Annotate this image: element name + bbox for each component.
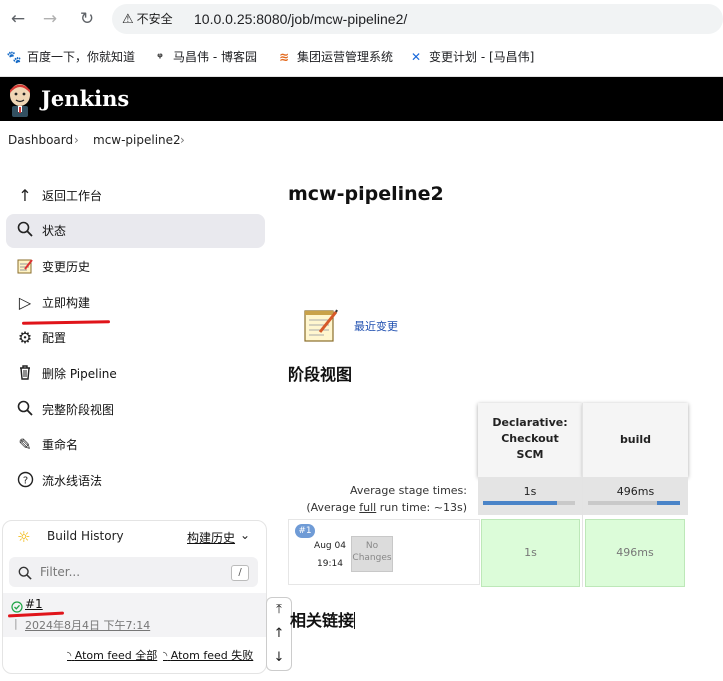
build-badge[interactable]: #1 [295, 524, 315, 538]
scroll-tools: ⤒ ↑ ↓ [266, 597, 292, 671]
sidebar-item-back-to-dashboard[interactable]: ↑ 返回工作台 [6, 179, 265, 213]
build-filter-input[interactable]: Filter... / [9, 557, 258, 587]
warning-icon: ⚠ [122, 12, 134, 27]
cnblogs-icon: ᵠ [157, 50, 163, 64]
avg-run-label: (Average full run time: ~13s) [306, 501, 467, 514]
stage-view-heading: 阶段视图 [288, 365, 353, 384]
bookmark-change-plan[interactable]: ✕ 变更计划 - [马昌伟] [408, 38, 534, 76]
shortcut-key: / [231, 565, 249, 581]
avg-stage-time: 496ms [583, 477, 688, 515]
bookmark-cnblogs[interactable]: ᵠ 马昌伟 - 博客园 [152, 38, 257, 76]
avg-bar-track [588, 501, 680, 505]
trash-icon [15, 364, 35, 384]
browser-toolbar: ← → ↻ ⚠ 不安全 10.0.0.25:8080/job/mcw-pipeli… [0, 0, 723, 38]
help-icon: ? [15, 471, 35, 491]
timeline-divider: | [14, 617, 18, 630]
stage-header: build [583, 403, 688, 477]
bookmarks-bar: 🐾 百度一下，你就知道 ᵠ 马昌伟 - 博客园 ≋ 集团运营管理系统 ✕ 变更计划 - … [0, 38, 723, 77]
bookmark-ops-system[interactable]: ≋ 集团运营管理系统 [276, 38, 393, 76]
run-date: Aug 04 [314, 541, 346, 551]
run-time: 19:14 [317, 559, 343, 569]
sun-icon: ☼ [17, 528, 31, 546]
bookmark-baidu[interactable]: 🐾 百度一下，你就知道 [6, 38, 136, 76]
rss-icon: ◝ [163, 649, 168, 662]
build-history-title: Build History [47, 529, 124, 543]
breadcrumb-dashboard[interactable]: Dashboard [8, 121, 73, 159]
sidebar-item-full-stage-view[interactable]: 完整阶段视图 [6, 393, 265, 427]
jenkins-title[interactable]: Jenkins [41, 77, 129, 121]
chevron-right-icon: › [74, 133, 79, 147]
security-indicator[interactable]: ⚠ 不安全 [122, 4, 173, 34]
svg-text:?: ? [22, 476, 27, 487]
jenkins-header: Jenkins [0, 77, 723, 121]
scroll-to-top-icon[interactable]: ⤒ [267, 598, 291, 622]
breadcrumb-job[interactable]: mcw-pipeline2 [93, 121, 181, 159]
search-icon [15, 221, 35, 241]
stage-result-success[interactable]: 496ms [585, 519, 685, 587]
forward-icon[interactable]: → [40, 9, 60, 29]
notepad-icon[interactable] [302, 306, 338, 348]
confluence-icon: ✕ [410, 50, 422, 64]
atom-feed-all-link[interactable]: ◝ Atom feed 全部 [67, 647, 157, 663]
search-icon [18, 565, 32, 584]
sidebar-item-delete-pipeline[interactable]: 删除 Pipeline [6, 357, 265, 391]
avg-bar-track [483, 501, 575, 505]
avg-bar-fill [483, 501, 557, 505]
stage-header: Declarative: Checkout SCM [478, 403, 582, 477]
pencil-icon: ✎ [18, 435, 32, 454]
build-date-link[interactable]: 2024年8月4日 下午7:14 [25, 617, 150, 633]
arrow-down-icon[interactable]: ↓ [267, 646, 291, 670]
play-icon: ▷ [18, 293, 32, 312]
recent-changes-link[interactable]: 最近变更 [354, 318, 398, 334]
build-trend-link[interactable]: 构建历史 [187, 529, 235, 546]
avg-stage-label: Average stage times: [350, 484, 467, 497]
build-history-panel: ☼ Build History 构建历史 ⌄ Filter... / #1 | … [2, 520, 267, 674]
build-number-link[interactable]: #1 [25, 597, 43, 611]
chevron-right-icon[interactable]: › [180, 121, 185, 159]
breadcrumb: Dashboard › mcw-pipeline2 › [0, 121, 723, 159]
sidebar-item-changes[interactable]: 变更历史 [6, 250, 265, 284]
baidu-paw-icon: 🐾 [6, 50, 22, 64]
stage-result-success[interactable]: 1s [481, 519, 580, 587]
jenkins-logo-icon[interactable] [6, 81, 34, 117]
url-text[interactable]: 10.0.0.25:8080/job/mcw-pipeline2/ [194, 4, 407, 34]
notepad-icon [15, 257, 35, 277]
flame-icon: ≋ [278, 50, 290, 64]
chevron-down-icon[interactable]: ⌄ [240, 528, 250, 542]
avg-stage-time: 1s [478, 477, 582, 515]
sidebar-item-configure[interactable]: ⚙ 配置 [6, 321, 265, 355]
sidebar-item-pipeline-syntax[interactable]: ? 流水线语法 [6, 464, 265, 498]
reload-icon[interactable]: ↻ [77, 9, 97, 29]
stage-run-row[interactable]: #1 Aug 04 19:14 No Changes [288, 519, 480, 585]
back-icon[interactable]: ← [8, 9, 28, 29]
related-links-heading: 相关链接 [290, 611, 356, 630]
gear-icon: ⚙ [17, 328, 33, 347]
sidebar-item-build-now[interactable]: ▷ 立即构建 [6, 286, 265, 320]
atom-feed-failed-link[interactable]: ◝ Atom feed 失败 [163, 647, 253, 663]
sidebar-item-rename[interactable]: ✎ 重命名 [6, 428, 265, 462]
no-changes-badge[interactable]: No Changes [351, 536, 393, 572]
arrow-up-icon[interactable]: ↑ [267, 622, 291, 646]
build-row[interactable]: #1 | 2024年8月4日 下午7:14 [3, 593, 266, 637]
page-title: mcw-pipeline2 [288, 183, 444, 205]
filter-placeholder: Filter... [40, 565, 81, 579]
full-run-link[interactable]: full [359, 501, 376, 514]
text-cursor [354, 612, 356, 629]
address-bar[interactable]: ⚠ 不安全 10.0.0.25:8080/job/mcw-pipeline2/ [112, 4, 723, 34]
avg-bar-fill [657, 501, 680, 505]
sidebar-item-status[interactable]: 状态 [6, 214, 265, 248]
arrow-up-icon: ↑ [18, 186, 32, 205]
search-icon [15, 400, 35, 420]
rss-icon: ◝ [67, 649, 72, 662]
